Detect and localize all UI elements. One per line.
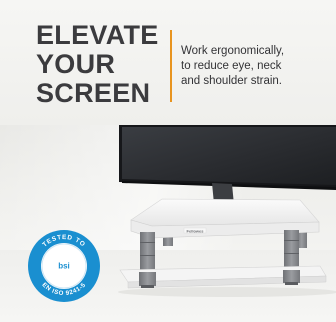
seal-center-text: bsi <box>58 262 70 271</box>
monitor-screen <box>122 127 336 185</box>
brand-mark: Fellowes <box>187 228 205 233</box>
stand-foot <box>139 272 156 286</box>
stand-shadow <box>118 287 336 297</box>
stand-leg <box>140 232 155 272</box>
stand-leg <box>284 230 299 270</box>
stand-platform-top <box>130 198 320 227</box>
monitor-stand: Fellowes <box>119 198 327 289</box>
product-banner: ELEVATE YOUR SCREEN Work ergonomically, … <box>0 0 336 322</box>
certification-seal: TESTED TO EN ISO 9241-5 bsi <box>28 230 100 302</box>
stand-foot <box>283 270 300 283</box>
